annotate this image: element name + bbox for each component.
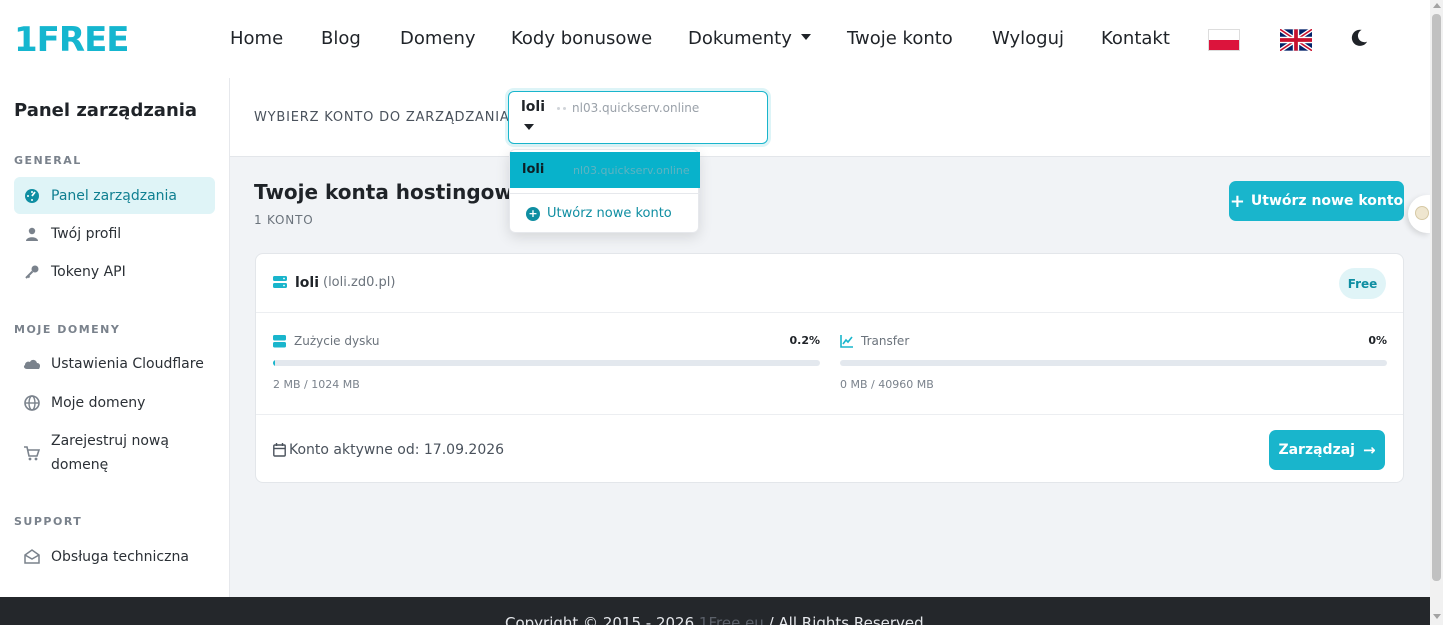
nav-documents-label: Dokumenty [688, 28, 792, 49]
scroll-up-arrow-icon[interactable] [1433, 3, 1441, 8]
sidebar-item-label: Panel zarządzania [51, 187, 177, 204]
page-footer: Copyright © 2015 - 2026 1Free.eu / All R… [0, 597, 1430, 625]
caret-down-icon [524, 124, 534, 130]
disk-usage-fill [273, 360, 276, 366]
user-icon [23, 225, 41, 243]
cart-plus-icon [23, 444, 41, 462]
sidebar-item-support[interactable]: Obsługa techniczna [14, 538, 215, 575]
dropdown-create-label: Utwórz nowe konto [547, 206, 672, 221]
copyright-text: Copyright © 2015 - 2026 [505, 614, 695, 625]
nav-domains[interactable]: Domeny [400, 27, 476, 51]
sidebar-item-label: Moje domeny [51, 394, 146, 411]
separator-dot [563, 107, 566, 110]
nav-bonus-codes[interactable]: Kody bonusowe [511, 27, 652, 51]
nav-logout[interactable]: Wyloguj [992, 27, 1064, 51]
sidebar-item-register-domain[interactable]: Zarejestruj nową domenę [14, 427, 215, 479]
server-icon [273, 276, 287, 288]
create-account-button[interactable]: + Utwórz nowe konto [1229, 181, 1404, 221]
plus-circle-icon: + [526, 206, 540, 221]
rights-text: / All Rights Reserved [768, 614, 924, 625]
flag-pl-icon[interactable] [1208, 29, 1240, 51]
account-dropdown-menu: loli nl03.quickserv.online + Utwórz nowe… [509, 149, 700, 233]
nav-blog[interactable]: Blog [321, 27, 361, 51]
sidebar-item-cloudflare[interactable]: Ustawienia Cloudflare [14, 345, 215, 382]
disk-usage-bar [273, 360, 820, 366]
dashboard-icon [23, 187, 41, 205]
disk-usage-amount: 2 MB / 1024 MB [273, 378, 360, 391]
selected-account-name: loli [521, 99, 546, 115]
sidebar-title: Panel zarządzania [14, 100, 198, 121]
sidebar-item-label: Obsługa techniczna [51, 548, 189, 565]
nav-account[interactable]: Twoje konto [847, 27, 953, 51]
transfer-label: Transfer [861, 334, 910, 348]
dropdown-divider [510, 193, 700, 194]
transfer-amount: 0 MB / 40960 MB [840, 378, 934, 391]
main-content: Twoje konta hostingowe 1 KONTO + Utwórz … [230, 157, 1430, 597]
nav-contact[interactable]: Kontakt [1101, 27, 1170, 51]
caret-down-icon [800, 34, 811, 40]
account-selector-label: WYBIERZ KONTO DO ZARZĄDZANIA [254, 110, 510, 125]
sidebar-item-label: Ustawienia Cloudflare [51, 355, 204, 372]
footer-brand-link[interactable]: 1Free.eu [699, 614, 764, 625]
sidebar-item-my-domains[interactable]: Moje domeny [14, 384, 215, 421]
card-footer: Konto aktywne od: 17.09.2026 Zarządzaj → [256, 414, 1403, 484]
arrow-right-icon: → [1362, 441, 1376, 459]
transfer-bar [840, 360, 1387, 366]
sidebar-section-general: GENERAL [14, 154, 82, 167]
account-domain: (loli.zd0.pl) [323, 275, 396, 290]
nav-home[interactable]: Home [230, 27, 283, 51]
copyright: Copyright © 2015 - 2026 1Free.eu / All R… [505, 614, 924, 625]
sidebar-item-api-tokens[interactable]: Tokeny API [14, 253, 215, 290]
sidebar-item-dashboard[interactable]: Panel zarządzania [14, 177, 215, 214]
sidebar-item-profile[interactable]: Twój profil [14, 215, 215, 252]
logo[interactable]: 1FREE [14, 20, 130, 60]
hosting-account-card: loli (loli.zd0.pl) Free Zużycie dysku 0.… [255, 253, 1404, 483]
account-select[interactable]: loli nl03.quickserv.online [508, 91, 768, 144]
chart-line-icon [840, 335, 853, 348]
scrollbar-thumb[interactable] [1432, 14, 1441, 581]
sidebar-section-support: SUPPORT [14, 515, 83, 528]
globe-icon [23, 394, 41, 412]
plan-badge: Free [1339, 268, 1386, 299]
account-selector-bar: WYBIERZ KONTO DO ZARZĄDZANIA loli nl03.q… [230, 78, 1430, 157]
envelope-open-icon [23, 548, 41, 566]
dropdown-option-account[interactable]: loli nl03.quickserv.online [510, 152, 700, 188]
nav-documents-dropdown[interactable]: Dokumenty [688, 27, 811, 51]
card-header: loli (loli.zd0.pl) Free [256, 254, 1403, 313]
moon-icon[interactable] [1350, 28, 1368, 48]
plus-icon: + [1229, 190, 1245, 212]
dropdown-option-host: nl03.quickserv.online [573, 164, 690, 177]
dropdown-create-account[interactable]: + Utwórz nowe konto [526, 206, 672, 221]
database-icon [273, 335, 286, 348]
cloud-icon [23, 355, 41, 373]
calendar-icon [273, 443, 286, 457]
disk-usage-label: Zużycie dysku [294, 334, 380, 348]
account-count: 1 KONTO [254, 213, 314, 227]
scroll-down-arrow-icon[interactable] [1433, 614, 1441, 619]
sidebar-item-label: Zarejestruj nową domenę [51, 433, 169, 473]
manage-label: Zarządzaj [1278, 442, 1355, 458]
top-navbar: 1FREE Home Blog Domeny Kody bonusowe Dok… [0, 0, 1430, 78]
sidebar-item-label: Tokeny API [51, 263, 126, 280]
create-account-label: Utwórz nowe konto [1250, 193, 1404, 209]
sidebar-section-domains: MOJE DOMENY [14, 323, 121, 336]
dropdown-option-name: loli [522, 162, 545, 177]
flag-uk-icon[interactable] [1280, 29, 1312, 51]
disk-usage-percent: 0.2% [789, 334, 820, 347]
selected-account-host: nl03.quickserv.online [572, 101, 700, 115]
manage-button[interactable]: Zarządzaj → [1269, 430, 1385, 470]
separator-dot [557, 107, 560, 110]
transfer-percent: 0% [1368, 334, 1387, 347]
chat-avatar-icon [1415, 206, 1429, 220]
sidebar: Panel zarządzania GENERAL Panel zarządza… [0, 78, 230, 597]
page-title: Twoje konta hostingowe [254, 180, 527, 204]
sidebar-item-label: Twój profil [51, 225, 122, 242]
key-icon [23, 263, 41, 281]
account-name: loli [295, 275, 320, 291]
active-since: Konto aktywne od: 17.09.2026 [289, 442, 505, 458]
